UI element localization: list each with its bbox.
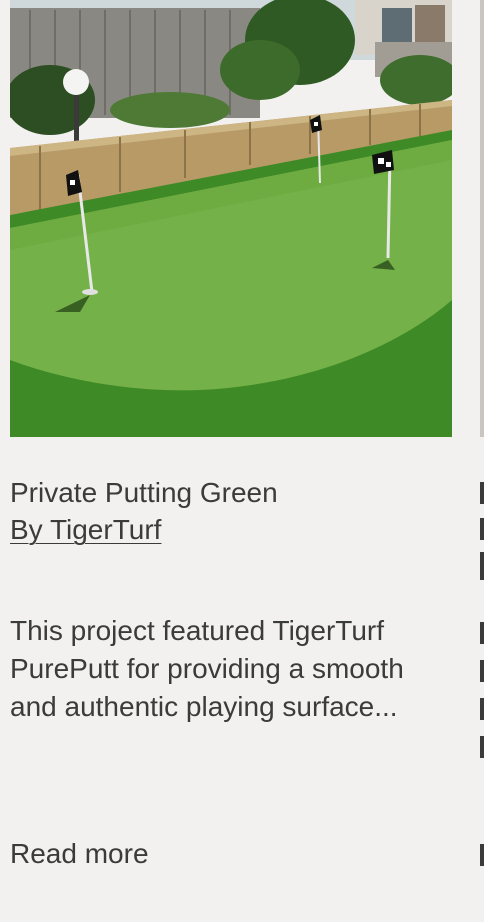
project-image-next[interactable] xyxy=(480,0,484,437)
next-desc-fragment xyxy=(480,698,484,720)
next-desc-fragment xyxy=(480,622,484,644)
next-title-fragment xyxy=(480,482,484,504)
project-description: This project featured TigerTurf PurePutt… xyxy=(10,615,404,722)
author-link[interactable]: By TigerTurf xyxy=(10,512,161,548)
read-more-link[interactable]: Read more xyxy=(10,835,149,873)
next-byline-fragment xyxy=(480,552,484,580)
next-byline-fragment xyxy=(480,518,484,540)
project-image[interactable] xyxy=(10,0,452,437)
next-readmore-fragment[interactable] xyxy=(480,844,484,866)
next-desc-fragment xyxy=(480,660,484,682)
project-carousel: Private Putting Green By TigerTurf This … xyxy=(0,0,484,922)
next-desc-fragment xyxy=(480,736,484,758)
project-card[interactable]: Private Putting Green By TigerTurf This … xyxy=(10,0,452,869)
putting-green-photo xyxy=(10,0,452,437)
project-card-next[interactable] xyxy=(480,0,484,866)
project-title: Private Putting Green xyxy=(10,477,278,508)
